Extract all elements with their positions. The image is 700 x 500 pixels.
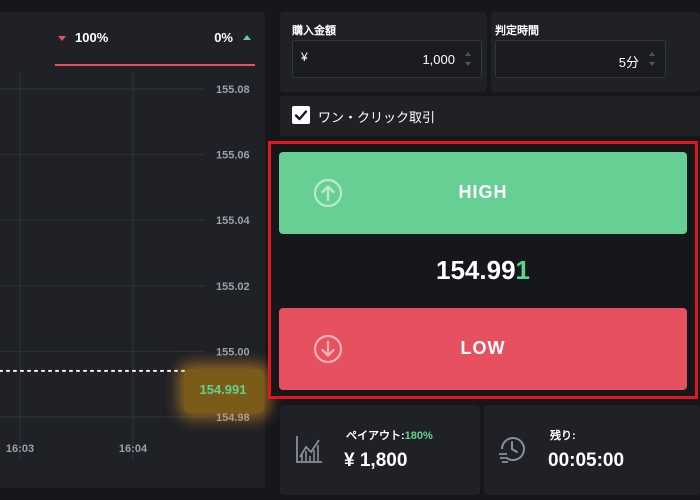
amount-stepper[interactable] [465,50,473,70]
checkmark-icon [294,110,308,121]
remaining-title: 残り: [550,430,576,442]
current-price-last-digit: 1 [515,255,530,285]
down-triangle-icon [58,36,66,41]
duration-input[interactable]: 5分 [495,40,666,78]
payout-title: ペイアウト:180% [346,427,433,443]
payout-percent: 180% [404,430,433,442]
remaining-value: 00:05:00 [548,450,625,471]
x-tick-label: 16:04 [119,443,148,455]
duration-stepper[interactable] [649,50,657,70]
decrement-icon[interactable] [649,62,655,66]
low-sentiment-percent: 100% [75,30,109,45]
low-button[interactable]: LOW [279,308,687,390]
oneclick-row: ワン・クリック取引 [280,96,700,136]
current-price-main: 154.99 [436,255,516,285]
payout-value: ¥ 1,800 [344,450,408,471]
duration-value: 5分 [618,55,639,70]
duration-section: 判定時間 5分 [491,12,700,92]
y-tick-label: 154.98 [216,412,250,424]
y-tick-label: 155.00 [216,346,250,358]
y-tick-label: 155.04 [216,215,251,227]
chart-panel[interactable]: 155.08 155.06 155.04 155.02 155.00 154.98 16:0… [0,12,265,488]
payout-section: ペイアウト:180% ¥ 1,800 [280,405,480,495]
duration-label: 判定時間 [495,25,539,37]
low-button-label: LOW [460,338,506,358]
remaining-section: 残り: 00:05:00 [484,405,700,495]
increment-icon[interactable] [465,52,471,56]
up-triangle-icon [243,35,251,40]
current-price-tag-label: 154.991 [199,382,247,397]
y-tick-label: 155.02 [216,281,250,293]
history-clock-icon [499,437,525,463]
current-price-tag: 154.991 [184,369,264,413]
oneclick-checkbox[interactable] [292,106,310,124]
trade-highlight-frame: HIGH 154.991 LOW [268,141,698,399]
growth-chart-icon [296,436,322,463]
payout-title-text: ペイアウト: [346,430,405,442]
amount-section: 購入金額 ¥ 1,000 [280,12,487,92]
high-button[interactable]: HIGH [279,152,687,234]
high-sentiment-percent: 0% [214,30,233,45]
current-price: 154.991 [271,255,695,286]
amount-value: 1,000 [422,52,455,67]
high-button-label: HIGH [458,182,508,202]
x-tick-label: 16:03 [6,443,34,455]
amount-input[interactable]: ¥ 1,000 [292,40,482,78]
amount-label: 購入金額 [292,25,336,37]
sentiment-bar: 100% 0% [55,30,255,66]
currency-symbol: ¥ [301,50,308,64]
price-chart[interactable]: 155.08 155.06 155.04 155.02 155.00 154.98 16:0… [0,12,265,488]
y-tick-label: 155.08 [216,84,250,96]
y-tick-label: 155.06 [216,150,250,162]
increment-icon[interactable] [649,52,655,56]
decrement-icon[interactable] [465,62,471,66]
oneclick-label: ワン・クリック取引 [318,111,436,126]
